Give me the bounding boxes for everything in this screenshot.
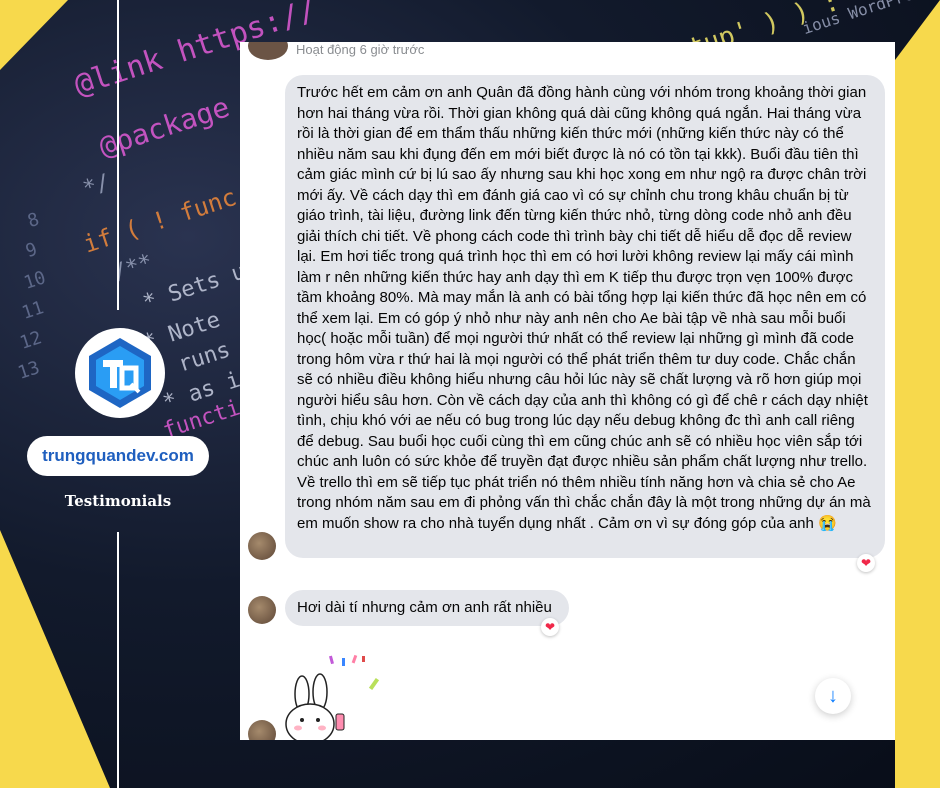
site-url-text: trungquandev.com [42, 446, 194, 465]
sender-avatar-1[interactable] [248, 532, 276, 560]
message-bubble-1[interactable]: Trước hết em cảm ơn anh Quân đã đồng hàn… [285, 75, 885, 558]
heart-reaction-icon[interactable]: ❤ [857, 554, 875, 572]
scroll-down-button[interactable]: ↓ [815, 678, 851, 714]
line-number: 13 [15, 357, 43, 384]
tq-logo-icon [89, 338, 151, 408]
reaction-1: ❤ [860, 556, 872, 570]
line-number: 11 [19, 297, 47, 324]
message-text-2: Hơi dài tí nhưng cảm ơn anh rất nhiều [297, 599, 552, 616]
code-line: */ [80, 169, 113, 202]
status-row: Hoạt động 6 giờ trước [240, 42, 895, 64]
reaction-2: ❤ [544, 620, 556, 634]
brand-logo [75, 328, 165, 418]
line-number: 9 [23, 238, 40, 263]
site-url[interactable]: trungquandev.com [27, 436, 209, 476]
bunny-sticker-icon[interactable] [280, 652, 390, 740]
status-text: Hoạt động 6 giờ trước [296, 42, 425, 57]
message-bubble-2[interactable]: Hơi dài tí nhưng cảm ơn anh rất nhiều [285, 590, 569, 626]
code-line: @package [95, 90, 234, 164]
line-number: 10 [21, 267, 49, 294]
sender-avatar-2[interactable] [248, 596, 276, 624]
chat-panel: Hoạt động 6 giờ trước Trước hết em cảm ơ… [240, 42, 895, 740]
sender-avatar-3[interactable] [248, 720, 276, 740]
tagline: Testimonials [64, 492, 172, 510]
line-number: 8 [25, 208, 42, 233]
line-number: 12 [17, 327, 45, 354]
avatar [248, 42, 288, 60]
heart-reaction-icon[interactable]: ❤ [541, 618, 559, 636]
code-line: /** [110, 249, 156, 286]
message-text-1: Trước hết em cảm ơn anh Quân đã đồng hàn… [297, 84, 871, 532]
arrow-down-icon: ↓ [828, 684, 838, 707]
